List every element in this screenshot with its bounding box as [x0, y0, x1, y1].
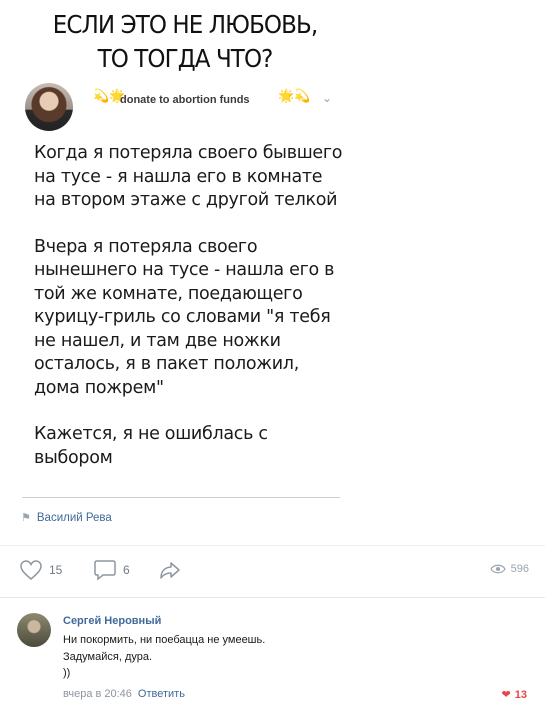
source-author-name[interactable]: Василий Рева [37, 512, 112, 524]
person-icon: ⚑ [21, 512, 31, 524]
comment-count: 6 [123, 563, 130, 577]
share-button[interactable] [158, 559, 182, 581]
commenter-name[interactable]: Сергей Неровный [63, 615, 161, 627]
comment-like-count: 13 [514, 688, 527, 701]
post-paragraph: Кажется, я не ошиблась с выбором [34, 424, 268, 468]
share-arrow-icon [160, 562, 180, 579]
heart-filled-icon: ❤ [501, 689, 511, 701]
comment-like-button[interactable]: ❤ 13 [501, 688, 527, 702]
comment-text: Ни покормить, ни поебацца не умеешь. Зад… [63, 632, 265, 682]
post-text: Когда я потеряла своего бывшего на тусе … [34, 142, 344, 493]
comment-item: Сергей Неровный Ни покормить, ни поебацц… [17, 610, 537, 705]
comment-button[interactable]: 6 [93, 559, 130, 581]
reply-button[interactable]: Ответить [138, 688, 185, 700]
views-count: 596 [510, 563, 529, 575]
comment-line: )) [63, 667, 71, 679]
commenter-avatar[interactable] [17, 613, 51, 647]
actions-divider [0, 545, 545, 546]
like-count: 15 [49, 563, 63, 577]
chevron-down-icon[interactable]: ⌄ [322, 91, 332, 105]
headline-line-2: ТО ТОГДА ЧТО? [97, 44, 274, 73]
like-button[interactable]: 15 [19, 559, 62, 581]
author-handle[interactable]: donate to abortion funds [120, 94, 250, 106]
comments-divider [0, 597, 545, 598]
eye-icon [489, 564, 506, 574]
post-paragraph: Вчера я потеряла своего нынешнего на тус… [34, 236, 335, 398]
post-divider [22, 497, 340, 498]
sparkle-decoration-right: 🌟💫 [278, 88, 311, 103]
comment-icon [94, 560, 116, 581]
comment-line: Задумайся, дура. [63, 650, 153, 663]
headline-line-1: ЕСЛИ ЭТО НЕ ЛЮБОВЬ, [52, 10, 318, 39]
comment-line: Ни покормить, ни поебацца не умеешь. [63, 634, 266, 646]
post-paragraph: Когда я потеряла своего бывшего на тусе … [34, 143, 343, 210]
comment-time[interactable]: вчера в 20:46 [63, 688, 132, 700]
post-actions-bar: 15 6 596 [0, 555, 545, 585]
post-source[interactable]: ⚑ Василий Рева [21, 511, 112, 524]
author-avatar[interactable] [25, 83, 73, 131]
comment-meta: вчера в 20:46 Ответить [63, 688, 185, 700]
heart-outline-icon [20, 560, 42, 580]
post-author-row: 💫🌟 donate to abortion funds 🌟💫 ⌄ [25, 83, 345, 133]
views-counter: 596 [489, 563, 529, 575]
meme-headline: ЕСЛИ ЭТО НЕ ЛЮБОВЬ, ТО ТОГДА ЧТО? [15, 8, 355, 76]
